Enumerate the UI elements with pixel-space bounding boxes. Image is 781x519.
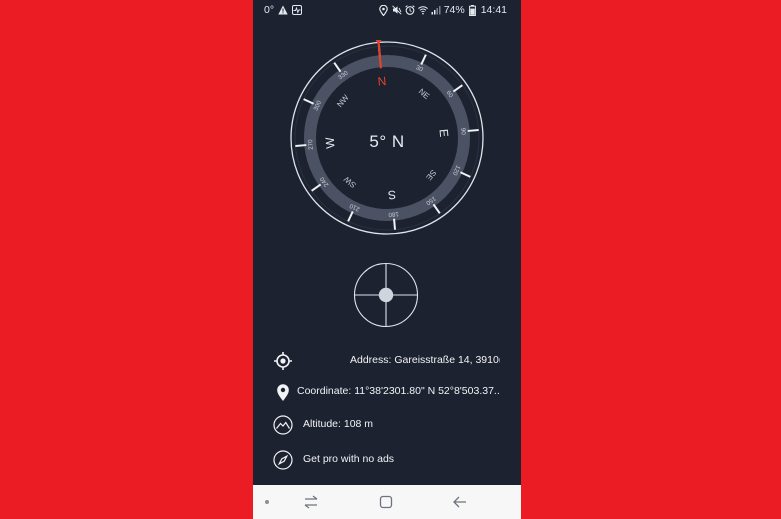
compass-degree-label: 180 <box>388 210 399 218</box>
compass-tick <box>420 54 427 66</box>
coordinate-row: Coordinate: 11°38'2301.80" N 52°8'503.37… <box>253 381 521 403</box>
compass-tick <box>393 218 397 230</box>
location-pin-icon <box>273 382 293 402</box>
phone-screen: 0° 74% 14:41 30 60 90 120 150 180 210 24… <box>253 0 521 519</box>
signal-icon <box>431 5 441 16</box>
warning-icon <box>278 5 288 16</box>
battery-icon <box>468 4 478 16</box>
clock: 14:41 <box>480 4 507 16</box>
crosshair-icon <box>273 351 293 371</box>
wifi-icon <box>417 5 428 16</box>
coordinate-text: Coordinate: 11°38'2301.80" N 52°8'503.37… <box>297 385 500 397</box>
temperature: 0° <box>264 4 275 16</box>
compass-tick <box>333 62 342 73</box>
compass-tick <box>459 171 471 178</box>
compass-tick <box>432 203 441 214</box>
get-pro-text: Get pro with no ads <box>303 453 395 465</box>
compass-tick <box>303 98 315 105</box>
mountain-icon <box>273 415 293 435</box>
navigation-bar <box>253 485 521 519</box>
alarm-icon <box>404 5 415 16</box>
activity-icon <box>292 5 303 16</box>
altitude-text: Altitude: 108 m <box>303 418 374 430</box>
address-row: Address: Gareisstraße 14, 3910( <box>253 350 521 372</box>
compass-tick <box>467 128 479 132</box>
dot-icon <box>261 492 281 512</box>
mute-icon <box>391 5 402 16</box>
compass-cardinal-label: S <box>387 187 396 202</box>
compass-intercardinal-label: NW <box>335 93 351 109</box>
compass-tick <box>347 210 354 222</box>
compass-intercardinal-label: SE <box>424 168 438 182</box>
level-bubble <box>378 287 394 303</box>
back-icon[interactable] <box>450 492 470 512</box>
compass-tick <box>452 84 463 93</box>
compass-cardinal-label: N <box>377 74 387 89</box>
compass-dial[interactable]: 30 60 90 120 150 180 210 240 270 300 330 N E S W NE SE SW… <box>289 40 485 236</box>
compass-intercardinal-label: SW <box>342 174 358 189</box>
heading-readout: 5° N <box>369 132 405 151</box>
home-icon[interactable] <box>376 492 396 512</box>
location-icon <box>379 4 389 16</box>
compass-tick <box>311 183 322 192</box>
battery-percent: 74% <box>443 4 465 16</box>
altitude-row: Altitude: 108 m <box>253 414 521 436</box>
status-bar: 0° 74% 14:41 <box>253 0 521 22</box>
bubble-level <box>353 262 419 328</box>
get-pro-row[interactable]: Get pro with no ads <box>253 449 521 471</box>
address-text: Address: Gareisstraße 14, 3910( <box>350 354 500 366</box>
compass-intercardinal-label: NE <box>417 87 431 101</box>
compass-icon <box>273 450 293 470</box>
recent-apps-icon[interactable] <box>301 492 321 512</box>
